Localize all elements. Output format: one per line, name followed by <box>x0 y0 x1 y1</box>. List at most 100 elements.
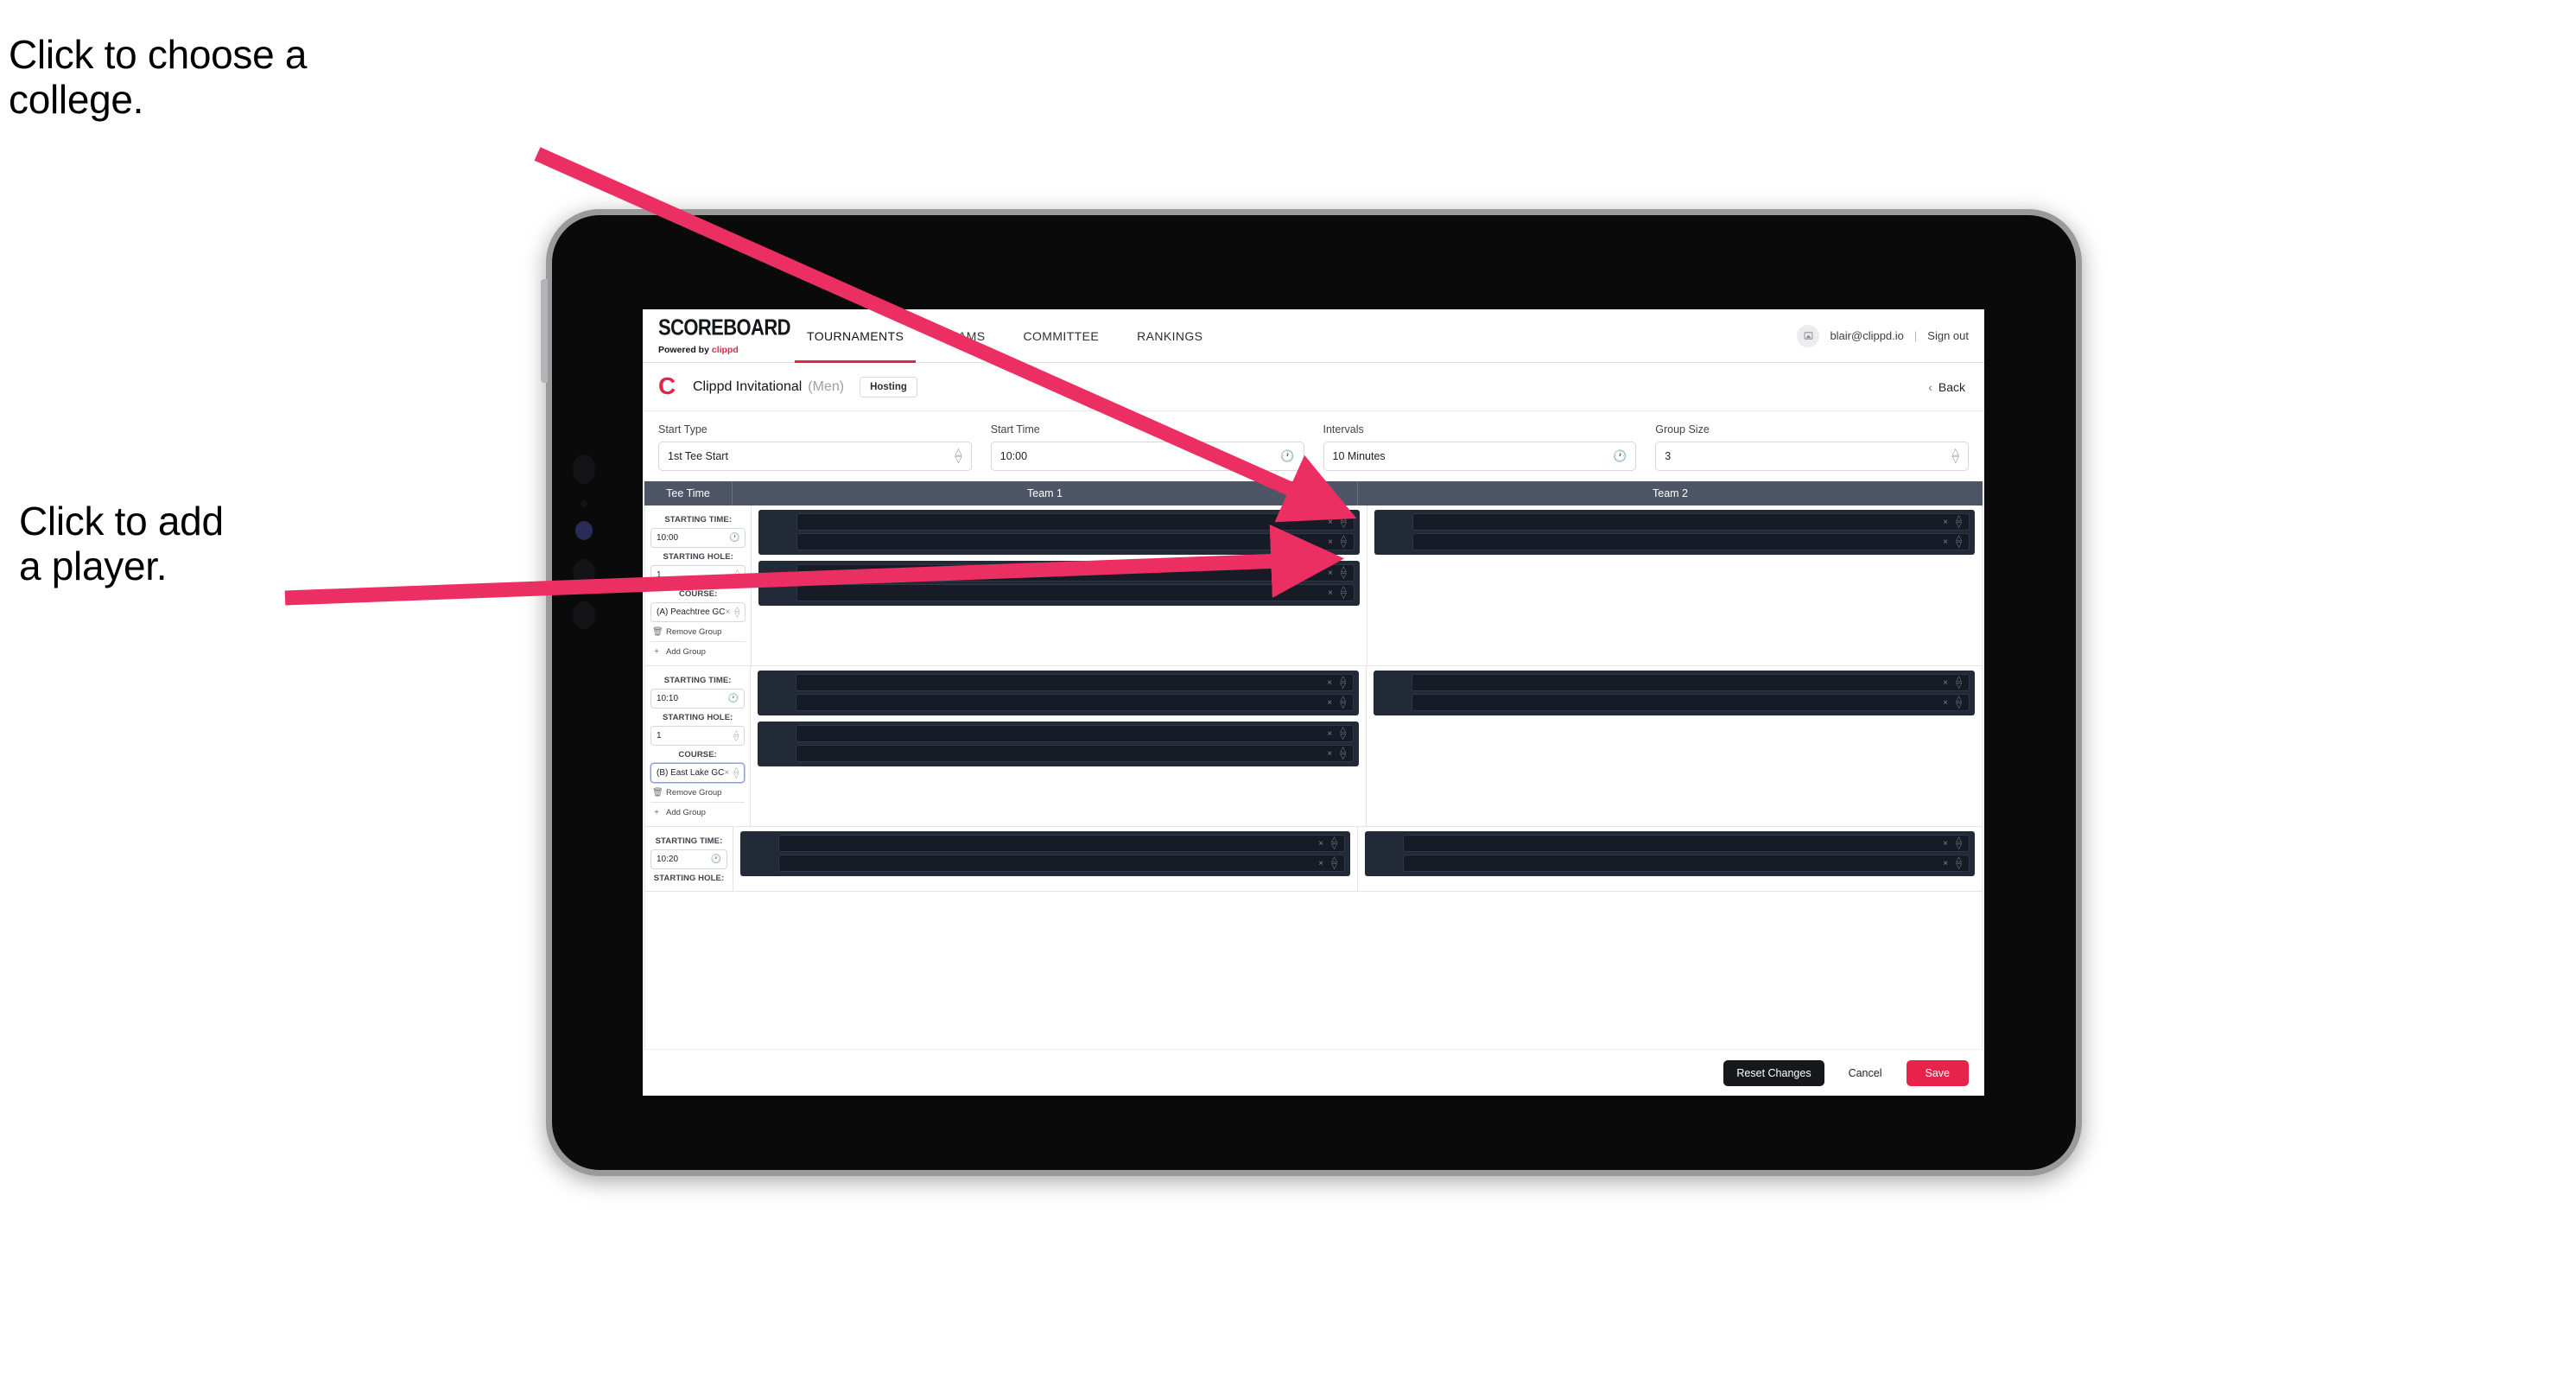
remove-group-button-label: Remove Group <box>666 627 722 637</box>
clear-x-icon[interactable]: × <box>1943 859 1948 868</box>
tab-tournaments[interactable]: TOURNAMENTS <box>788 309 923 363</box>
stepper-icon[interactable]: △ ▽ <box>1341 565 1347 580</box>
tee-time-table-body[interactable]: STARTING TIME: 10:00 🕐 STARTING HOLE: 1 △ ▽ COU… <box>644 505 1983 1049</box>
tournament-logo-icon: C <box>658 372 676 399</box>
clear-x-icon[interactable]: × <box>725 607 730 617</box>
brand-logo[interactable]: SCOREBOARD Powered by clippd <box>643 309 791 362</box>
player-select[interactable]: × △ ▽ <box>1403 835 1970 852</box>
course-select[interactable]: (B) East Lake GC × △ ▽ <box>650 763 746 783</box>
camera-icon <box>573 455 595 484</box>
add-group-button[interactable]: + Add Group <box>650 802 746 822</box>
start-type-select[interactable]: 1st Tee Start △ ▽ <box>658 442 972 471</box>
remove-group-button[interactable]: 🗑 Remove Group <box>650 783 745 802</box>
clear-x-icon[interactable]: × <box>1318 859 1323 868</box>
clear-x-icon[interactable]: × <box>1943 537 1948 547</box>
stepper-icon[interactable]: △ ▽ <box>1341 585 1347 600</box>
sign-out-link[interactable]: Sign out <box>1927 329 1969 342</box>
add-group-button[interactable]: + Add Group <box>650 641 746 661</box>
stepper-icon[interactable]: △ ▽ <box>1956 695 1962 709</box>
clear-x-icon[interactable]: × <box>1328 569 1333 578</box>
clock-icon[interactable]: 🕐 <box>1613 449 1627 463</box>
player-select[interactable]: × △ ▽ <box>778 835 1345 852</box>
group-size-select[interactable]: 3 △ ▽ <box>1655 442 1969 471</box>
clear-x-icon[interactable]: × <box>1943 839 1948 849</box>
back-button[interactable]: ‹ Back <box>1928 380 1969 394</box>
player-select[interactable]: × △ ▽ <box>1403 855 1970 872</box>
starting-hole-select[interactable]: 1 △ ▽ <box>650 726 746 746</box>
stepper-icon[interactable]: △ ▽ <box>1340 726 1346 741</box>
stepper-icon[interactable]: △ ▽ <box>733 729 739 741</box>
stepper-icon[interactable]: △ ▽ <box>1340 675 1346 690</box>
stepper-icon[interactable]: △ ▽ <box>1331 836 1337 850</box>
intervals-input[interactable]: 10 Minutes 🕐 <box>1323 442 1637 471</box>
clock-icon[interactable]: 🕐 <box>711 855 721 864</box>
stepper-icon[interactable]: △ ▽ <box>1341 534 1347 549</box>
clear-x-icon[interactable]: × <box>1328 588 1333 598</box>
clear-x-icon[interactable]: × <box>1327 698 1332 708</box>
start-time-input[interactable]: 10:00 🕐 <box>990 442 1304 471</box>
player-select[interactable]: × △ ▽ <box>796 533 1355 550</box>
clear-x-icon[interactable]: × <box>1327 678 1332 688</box>
stepper-icon[interactable]: △ ▽ <box>1331 855 1337 870</box>
player-select[interactable]: × △ ▽ <box>796 513 1355 531</box>
stepper-icon[interactable]: △ ▽ <box>1956 534 1962 549</box>
stepper-icon[interactable]: △ ▽ <box>734 606 739 618</box>
clock-icon[interactable]: 🕐 <box>728 694 739 703</box>
clear-x-icon[interactable]: × <box>1327 729 1332 739</box>
stepper-icon[interactable]: △ ▽ <box>1956 514 1962 529</box>
starting-time-input[interactable]: 10:10 🕐 <box>650 689 746 709</box>
stepper-icon[interactable]: △ ▽ <box>1956 855 1962 870</box>
clear-x-icon[interactable]: × <box>1318 839 1323 849</box>
tee-time-cell: STARTING TIME: 10:10 🕐 STARTING HOLE: 1 △ ▽ COU… <box>645 666 752 826</box>
clock-icon[interactable]: 🕐 <box>729 533 739 543</box>
player-select[interactable]: × △ ▽ <box>778 855 1345 872</box>
player-select[interactable]: × △ ▽ <box>1412 694 1970 711</box>
starting-time-label: STARTING TIME: <box>663 676 732 685</box>
user-avatar-icon[interactable] <box>1797 324 1820 347</box>
player-select[interactable]: × △ ▽ <box>796 694 1355 711</box>
course-select[interactable]: (A) Peachtree GC × △ ▽ <box>650 602 746 622</box>
player-select[interactable]: × △ ▽ <box>796 745 1355 762</box>
stepper-icon[interactable]: △ ▽ <box>733 766 739 779</box>
stepper-icon[interactable]: △ ▽ <box>1956 675 1962 690</box>
cancel-button[interactable]: Cancel <box>1838 1060 1893 1086</box>
clock-icon[interactable]: 🕐 <box>1280 449 1294 463</box>
remove-group-button[interactable]: 🗑 Remove Group <box>650 622 746 641</box>
clear-x-icon[interactable]: × <box>1328 537 1333 547</box>
reset-changes-button[interactable]: Reset Changes <box>1723 1059 1824 1086</box>
clear-x-icon[interactable]: × <box>724 768 729 778</box>
chevron-left-icon: ‹ <box>1928 379 1932 394</box>
stepper-icon[interactable]: △ ▽ <box>1340 746 1346 760</box>
clear-x-icon[interactable]: × <box>1943 678 1948 688</box>
tab-teams[interactable]: TEAMS <box>923 309 1004 362</box>
stepper-icon[interactable]: △ ▽ <box>1341 514 1347 529</box>
starting-hole-label: STARTING HOLE: <box>662 713 733 722</box>
player-select[interactable]: × △ ▽ <box>796 674 1355 691</box>
player-select[interactable]: × △ ▽ <box>1412 674 1970 691</box>
stepper-icon[interactable]: △ ▽ <box>1952 447 1959 464</box>
starting-hole-select[interactable]: 1 △ ▽ <box>650 565 746 585</box>
player-select[interactable]: × △ ▽ <box>1412 513 1970 531</box>
stepper-icon[interactable]: △ ▽ <box>1340 695 1346 709</box>
clear-x-icon[interactable]: × <box>1328 518 1333 527</box>
player-select[interactable]: × △ ▽ <box>796 725 1355 742</box>
clear-x-icon[interactable]: × <box>1943 698 1948 708</box>
tab-rankings[interactable]: RANKINGS <box>1118 309 1221 362</box>
starting-time-input[interactable]: 10:00 🕐 <box>650 528 746 548</box>
stepper-icon[interactable]: △ ▽ <box>955 447 961 464</box>
player-select[interactable]: × △ ▽ <box>796 584 1355 601</box>
clear-x-icon[interactable]: × <box>1327 749 1332 759</box>
stepper-icon[interactable]: △ ▽ <box>734 569 739 581</box>
starting-time-input[interactable]: 10:20 🕐 <box>650 849 727 869</box>
stepper-icon[interactable]: △ ▽ <box>1956 836 1962 850</box>
tee-time-group-row: STARTING TIME: 10:10 🕐 STARTING HOLE: 1 △ ▽ COU… <box>645 666 1982 827</box>
save-button[interactable]: Save <box>1906 1059 1969 1086</box>
tab-committee[interactable]: COMMITTEE <box>1005 309 1119 362</box>
tablet-power-button[interactable] <box>541 279 548 383</box>
course-label: COURSE: <box>678 750 717 760</box>
player-select[interactable]: × △ ▽ <box>796 564 1355 582</box>
clear-x-icon[interactable]: × <box>1943 518 1948 527</box>
player-select[interactable]: × △ ▽ <box>1412 533 1970 550</box>
team-2-cell: × △ ▽ × △ ▽ <box>1358 827 1982 891</box>
brand-powered-prefix: Powered by <box>658 345 712 355</box>
